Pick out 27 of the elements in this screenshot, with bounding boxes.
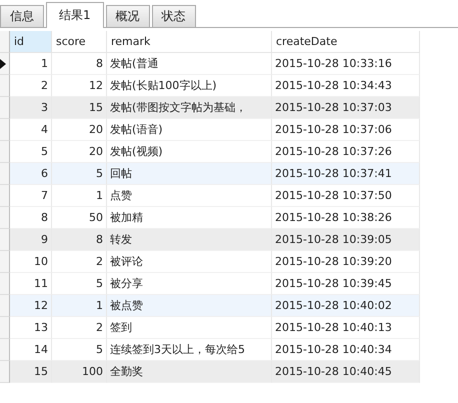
table-row[interactable]: 6 5 回帖 2015-10-28 10:37:41 — [0, 163, 420, 185]
table-row[interactable]: 10 2 被评论 2015-10-28 10:39:20 — [0, 251, 420, 273]
table-row[interactable]: 13 2 签到 2015-10-28 10:40:13 — [0, 317, 420, 339]
table-row[interactable]: 4 20 发帖(语音) 2015-10-28 10:37:06 — [0, 119, 420, 141]
table-cell: 15 — [10, 361, 52, 383]
table-row[interactable]: 5 20 发帖(视频) 2015-10-28 10:37:26 — [0, 141, 420, 163]
table-row[interactable]: 12 1 被点赞 2015-10-28 10:40:02 — [0, 295, 420, 317]
table-row[interactable]: 11 5 被分享 2015-10-28 10:39:45 — [0, 273, 420, 295]
table-row[interactable]: 1 8 发帖(普通 2015-10-28 10:33:16 — [0, 53, 420, 75]
row-header — [0, 31, 10, 53]
table-cell: 全勤奖 — [107, 361, 272, 383]
row-header[interactable] — [0, 53, 10, 75]
table-cell: 2015-10-28 10:40:45 — [272, 361, 420, 383]
table-row[interactable]: 15 100 全勤奖 2015-10-28 10:40:45 — [0, 361, 420, 383]
table-row[interactable]: 9 8 转发 2015-10-28 10:39:05 — [0, 229, 420, 251]
current-row-icon — [0, 58, 6, 68]
table-row[interactable]: 7 1 点赞 2015-10-28 10:37:50 — [0, 185, 420, 207]
table-row[interactable]: 3 15 发帖(带图按文字帖为基础， 2015-10-28 10:37:03 — [0, 97, 420, 119]
table-row[interactable]: 14 5 连续签到3天以上，每次给5 2015-10-28 10:40:34 — [0, 339, 420, 361]
table-row[interactable]: 2 12 发帖(长贴100字以上) 2015-10-28 10:34:43 — [0, 75, 420, 97]
table-cell: 100 — [52, 361, 107, 383]
tab[interactable]: 结果1 — [46, 2, 104, 28]
tab[interactable]: 概况 — [106, 5, 150, 27]
tab[interactable]: 信息 — [0, 5, 44, 27]
column-header: id — [10, 31, 52, 53]
table-row[interactable]: 8 50 被加精 2015-10-28 10:38:26 — [0, 207, 420, 229]
tab[interactable]: 状态 — [152, 5, 196, 27]
